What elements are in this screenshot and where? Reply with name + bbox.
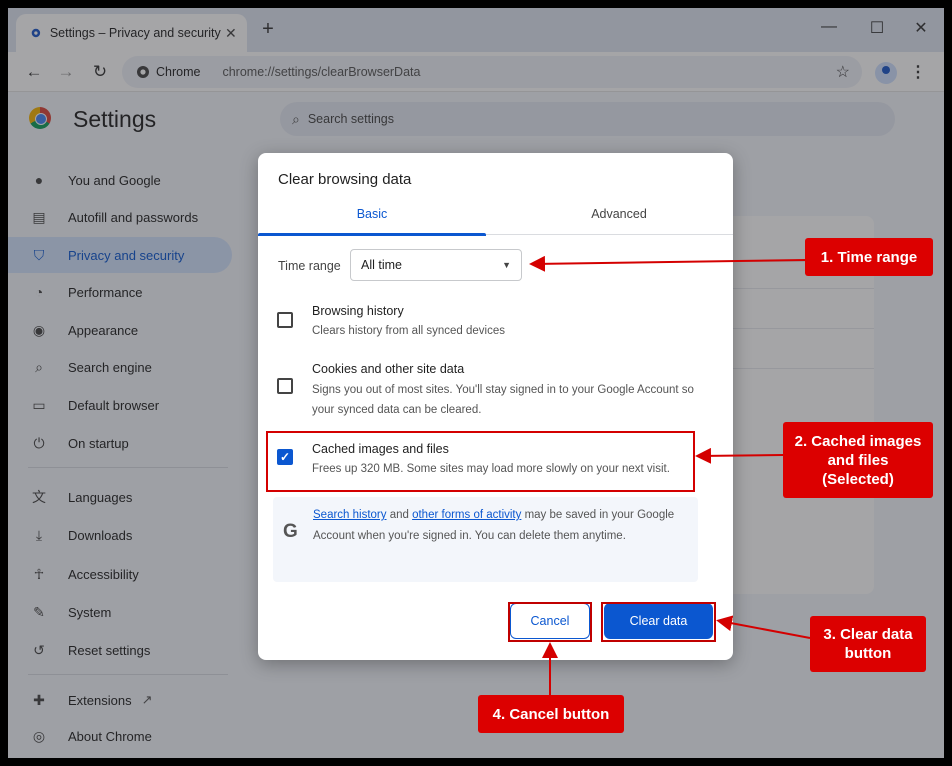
time-range-label: Time range xyxy=(278,259,341,273)
callout-line: 3. Clear data xyxy=(823,626,913,643)
callout-cached-images: 2. Cached images and files (Selected) xyxy=(783,422,933,498)
option-description: Signs you out of most sites. You'll stay… xyxy=(312,384,694,416)
callout-clear-data: 3. Clear data button xyxy=(810,616,926,672)
dialog-tabs: Basic Advanced xyxy=(258,199,733,236)
search-history-link[interactable]: Search history xyxy=(313,509,387,521)
option-title: Cookies and other site data xyxy=(312,362,465,376)
callout-cancel: 4. Cancel button xyxy=(478,695,624,733)
time-range-value: All time xyxy=(361,258,402,272)
info-text: Search history and other forms of activi… xyxy=(313,505,683,547)
callout-line: (Selected) xyxy=(822,470,894,488)
callout-time-range: 1. Time range xyxy=(805,238,933,276)
callout-line: 2. Cached images xyxy=(794,432,922,450)
dialog-title: Clear browsing data xyxy=(278,171,412,188)
cookies-checkbox[interactable] xyxy=(277,378,293,394)
browsing-history-checkbox[interactable] xyxy=(277,312,293,328)
cancel-highlight xyxy=(508,602,592,642)
google-g-icon: G xyxy=(283,521,298,542)
info-and: and xyxy=(386,509,413,521)
caret-down-icon: ▼ xyxy=(502,260,511,270)
other-activity-link[interactable]: other forms of activity xyxy=(412,509,521,521)
clear-data-highlight xyxy=(601,602,716,642)
option-title: Browsing history xyxy=(312,304,404,318)
google-account-info: G Search history and other forms of acti… xyxy=(273,497,698,582)
browser-window: Settings – Privacy and security ✕ + — ☐ … xyxy=(8,8,944,758)
option-description: Clears history from all synced devices xyxy=(312,325,506,337)
callout-line: and files xyxy=(827,451,889,469)
tab-advanced[interactable]: Advanced xyxy=(505,199,733,235)
tab-basic[interactable]: Basic xyxy=(258,199,486,236)
cached-images-highlight xyxy=(266,431,695,492)
clear-browsing-data-dialog: Clear browsing data Basic Advanced Time … xyxy=(258,153,733,660)
callout-line: button xyxy=(844,645,892,662)
time-range-select[interactable]: All time ▼ xyxy=(350,249,522,281)
